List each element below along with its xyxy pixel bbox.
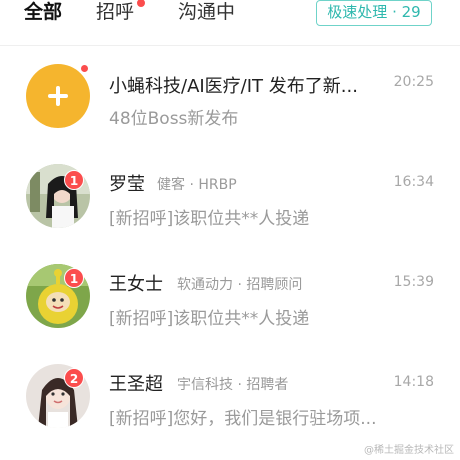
tab-all[interactable]: 全部 bbox=[24, 0, 62, 24]
message-time: 20:25 bbox=[393, 74, 434, 90]
quick-process-button[interactable]: 极速处理 · 29 bbox=[316, 0, 432, 26]
message-preview: [新招呼]您好，我们是银行驻场项... bbox=[109, 409, 377, 429]
watermark: @稀土掘金技术社区 bbox=[364, 445, 454, 456]
contact-name: 王圣超 bbox=[109, 374, 163, 395]
tab-bar: 全部 招呼 沟通中 极速处理 · 29 bbox=[0, 0, 460, 38]
plus-icon bbox=[26, 64, 90, 128]
tab-greetings-label: 招呼 bbox=[96, 1, 135, 23]
contact-company-role: 软通动力 · 招聘顾问 bbox=[177, 277, 303, 293]
contact-name: 罗莹 bbox=[109, 174, 145, 195]
tab-in-communication[interactable]: 沟通中 bbox=[178, 0, 235, 24]
message-preview: [新招呼]该职位共**人投递 bbox=[109, 309, 310, 329]
message-time: 15:39 bbox=[393, 274, 434, 290]
message-preview: 48位Boss新发布 bbox=[109, 109, 239, 129]
message-preview: [新招呼]该职位共**人投递 bbox=[109, 209, 310, 229]
message-time: 14:18 bbox=[393, 374, 434, 390]
message-title: 小蝇科技/AI医疗/IT 发布了新... bbox=[109, 76, 358, 97]
contact-company-role: 宇信科技 · 招聘者 bbox=[177, 377, 289, 393]
chat-list-screen: 全部 招呼 沟通中 极速处理 · 29 小蝇科技/AI医疗/IT 发布了新...… bbox=[0, 0, 460, 460]
tab-divider bbox=[0, 45, 460, 46]
unread-dot bbox=[80, 64, 89, 73]
tab-greetings[interactable]: 招呼 bbox=[96, 0, 134, 24]
contact-company-role: 健客 · HRBP bbox=[157, 177, 237, 193]
list-item[interactable]: 1 王女士 软通动力 · 招聘顾问 15:39 [新招呼]该职位共**人投递 bbox=[0, 252, 460, 352]
unread-count-badge: 1 bbox=[64, 170, 84, 190]
unread-count-badge: 2 bbox=[64, 368, 84, 388]
list-item[interactable]: 小蝇科技/AI医疗/IT 发布了新... 20:25 48位Boss新发布 bbox=[0, 52, 460, 152]
greetings-unread-dot bbox=[137, 0, 145, 7]
contact-name: 王女士 bbox=[109, 274, 163, 295]
list-item[interactable]: 1 罗莹 健客 · HRBP 16:34 [新招呼]该职位共**人投递 bbox=[0, 152, 460, 252]
unread-count-badge: 1 bbox=[64, 268, 84, 288]
message-time: 16:34 bbox=[393, 174, 434, 190]
list-item[interactable]: 2 王圣超 宇信科技 · 招聘者 14:18 [新招呼]您好，我们是银行驻场项.… bbox=[0, 352, 460, 452]
